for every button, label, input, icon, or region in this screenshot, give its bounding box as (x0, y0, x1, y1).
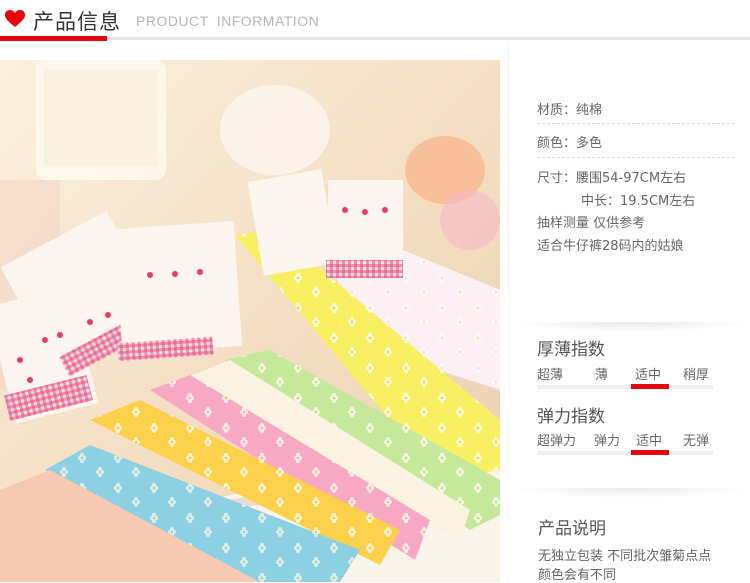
spec-size-length: 中长：19.5CM左右 (581, 194, 696, 209)
spec-material: 材质：纯棉 (537, 103, 603, 118)
spec-size-waist: 尺寸：腰围54-97CM左右 (537, 171, 687, 186)
elasticity-title: 弹力指数 (537, 407, 605, 427)
dotted-separator (537, 157, 735, 158)
section-header: 产品信息 PRODUCT INFORMATION (0, 0, 750, 44)
elasticity-option-selected: 适中 (636, 434, 663, 449)
section-shadow (512, 488, 750, 498)
thickness-option-selected: 适中 (635, 368, 662, 383)
product-tag (326, 180, 403, 278)
spec-fit-note: 适合牛仔裤28码内的姑娘 (537, 239, 684, 254)
product-tag (113, 220, 243, 362)
spec-color: 颜色：多色 (537, 136, 603, 151)
thickness-scale-labels: 超薄 薄 适中 稍厚 (537, 364, 715, 384)
elasticity-scale-track (537, 451, 713, 455)
header-rule (0, 37, 750, 40)
product-note-line: 颜色会有不同 (538, 568, 617, 583)
thickness-scale-track (537, 385, 713, 389)
thickness-selected-marker (631, 384, 669, 389)
elasticity-option: 无弹 (683, 434, 710, 449)
elasticity-selected-marker (631, 450, 669, 455)
thickness-option: 薄 (595, 368, 609, 383)
section-title: 产品信息 (33, 10, 121, 34)
product-photo (0, 60, 500, 582)
heart-icon (5, 10, 25, 27)
panel-divider (508, 46, 509, 582)
dotted-separator (537, 123, 735, 124)
thickness-option: 超薄 (537, 368, 564, 383)
elasticity-scale-labels: 超弹力 弹力 适中 无弹 (537, 430, 715, 450)
spec-measure-note: 抽样测量 仅供参考 (537, 216, 646, 231)
thickness-title: 厚薄指数 (537, 340, 605, 360)
elasticity-option: 弹力 (594, 434, 621, 449)
section-shadow (512, 322, 750, 332)
header-accent-bar (0, 36, 107, 41)
product-note-title: 产品说明 (538, 519, 606, 539)
thickness-option: 稍厚 (683, 368, 710, 383)
section-subtitle: PRODUCT INFORMATION (136, 13, 320, 29)
product-note-line: 无独立包装 不同批次雏菊点点 (538, 549, 712, 564)
elasticity-option: 超弹力 (537, 434, 577, 449)
